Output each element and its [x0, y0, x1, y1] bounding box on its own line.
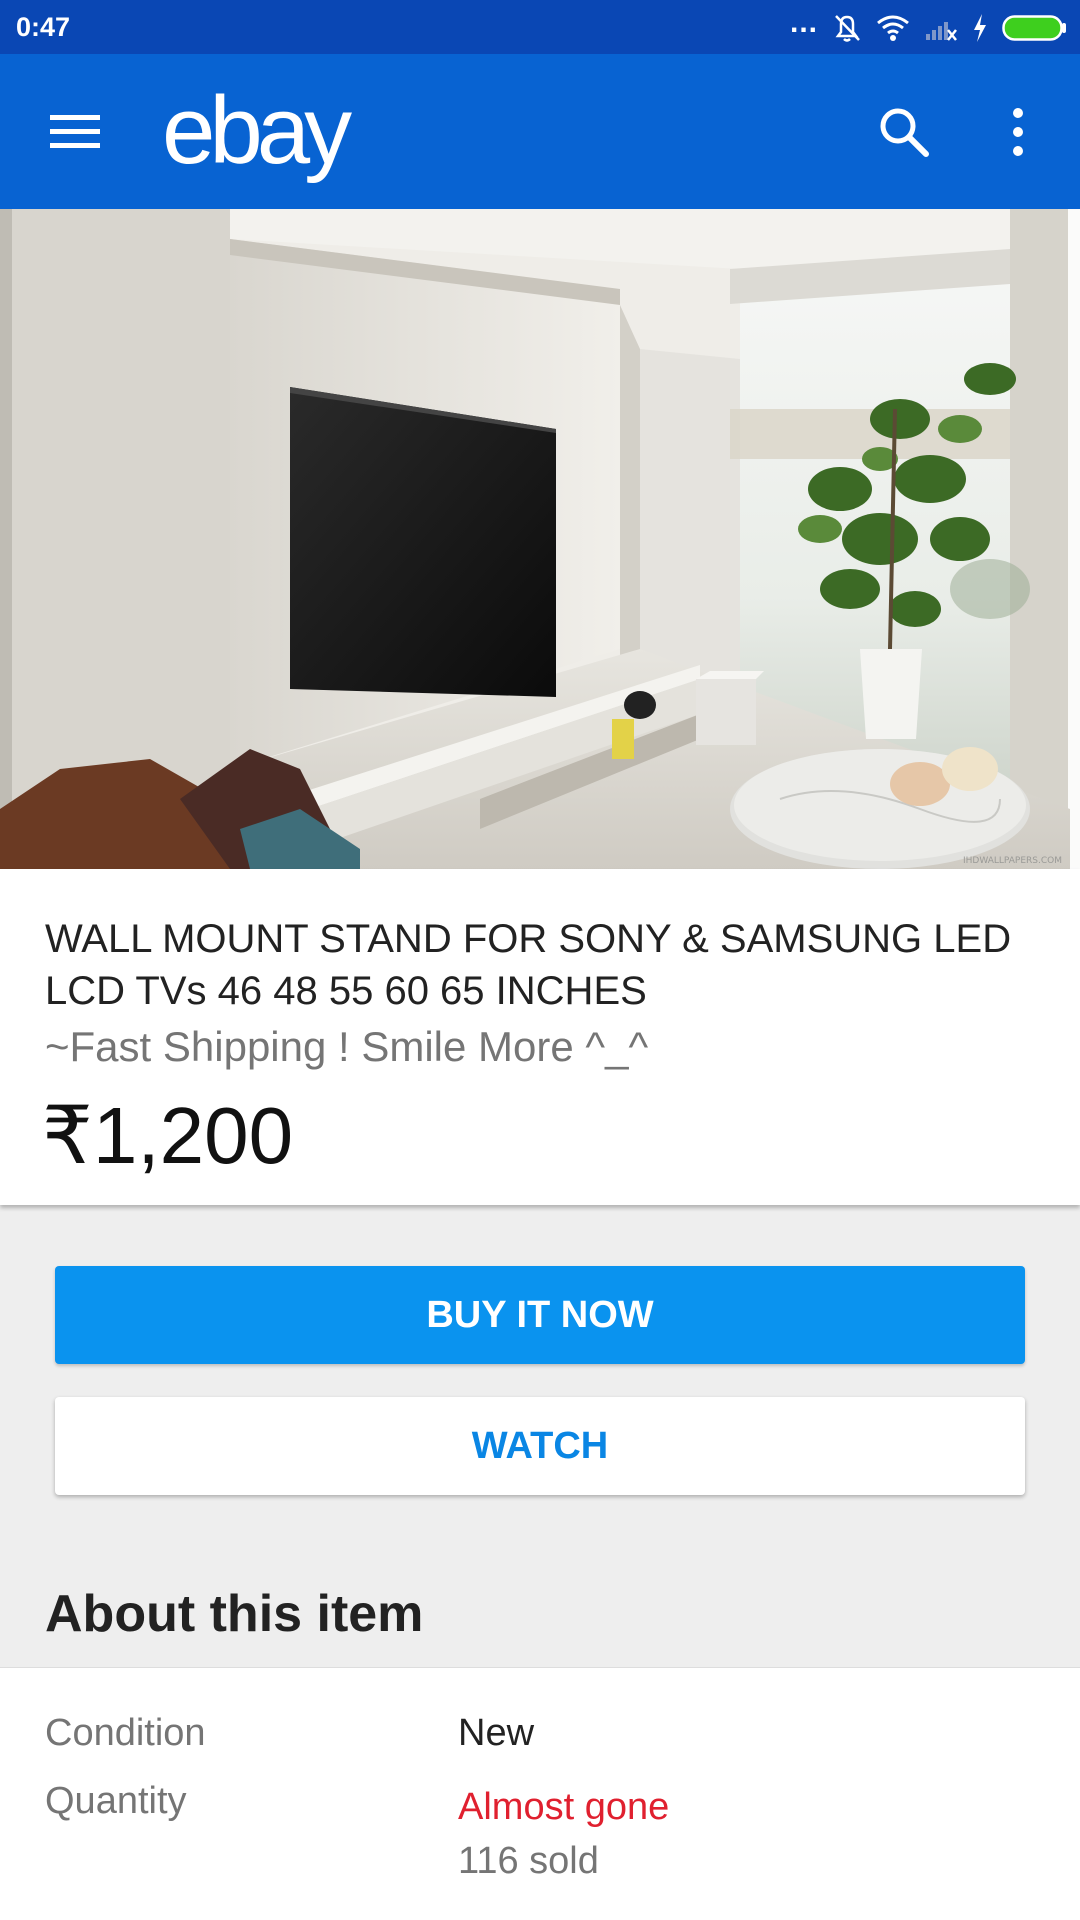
item-details: WALL MOUNT STAND FOR SONY & SAMSUNG LED …: [0, 869, 1080, 1205]
status-time: 0:47: [16, 12, 71, 42]
spec-value-condition: New: [458, 1712, 535, 1754]
notifications-off-icon: [835, 15, 860, 42]
charging-icon: [974, 14, 986, 42]
about-heading: About this item: [45, 1585, 424, 1643]
watermark: IHDWALLPAPERS.COM: [963, 856, 1062, 866]
menu-icon[interactable]: [48, 107, 104, 155]
search-icon[interactable]: [876, 104, 932, 160]
spec-sub-sold: 116 sold: [458, 1840, 599, 1882]
specs-list: Condition New Quantity Almost gone 116 s…: [0, 1667, 1080, 1920]
wifi-icon: [877, 15, 909, 41]
more-dots: ...: [789, 6, 818, 39]
spec-label-quantity: Quantity: [45, 1780, 187, 1822]
more-vert-icon[interactable]: [1000, 104, 1036, 160]
item-price: ₹1,200: [42, 1091, 294, 1180]
signal-icon: [926, 22, 957, 41]
product-photo: IHDWALLPAPERS.COM: [0, 209, 1080, 869]
status-bar: 0:47 ...: [0, 0, 1080, 54]
watch-button[interactable]: WATCH: [55, 1397, 1025, 1495]
product-image[interactable]: IHDWALLPAPERS.COM: [0, 209, 1080, 869]
spec-value-quantity: Almost gone: [458, 1786, 670, 1828]
app-bar: ebay: [0, 54, 1080, 209]
item-subtitle: ~Fast Shipping ! Smile More ^_^: [45, 1023, 649, 1070]
spec-label-condition: Condition: [45, 1712, 206, 1754]
ebay-logo[interactable]: ebay: [162, 76, 352, 186]
buy-it-now-button[interactable]: BUY IT NOW: [55, 1266, 1025, 1364]
item-title: WALL MOUNT STAND FOR SONY & SAMSUNG LED …: [45, 917, 1012, 1013]
battery-icon: [1002, 15, 1066, 41]
status-icons: ...: [789, 6, 1068, 48]
